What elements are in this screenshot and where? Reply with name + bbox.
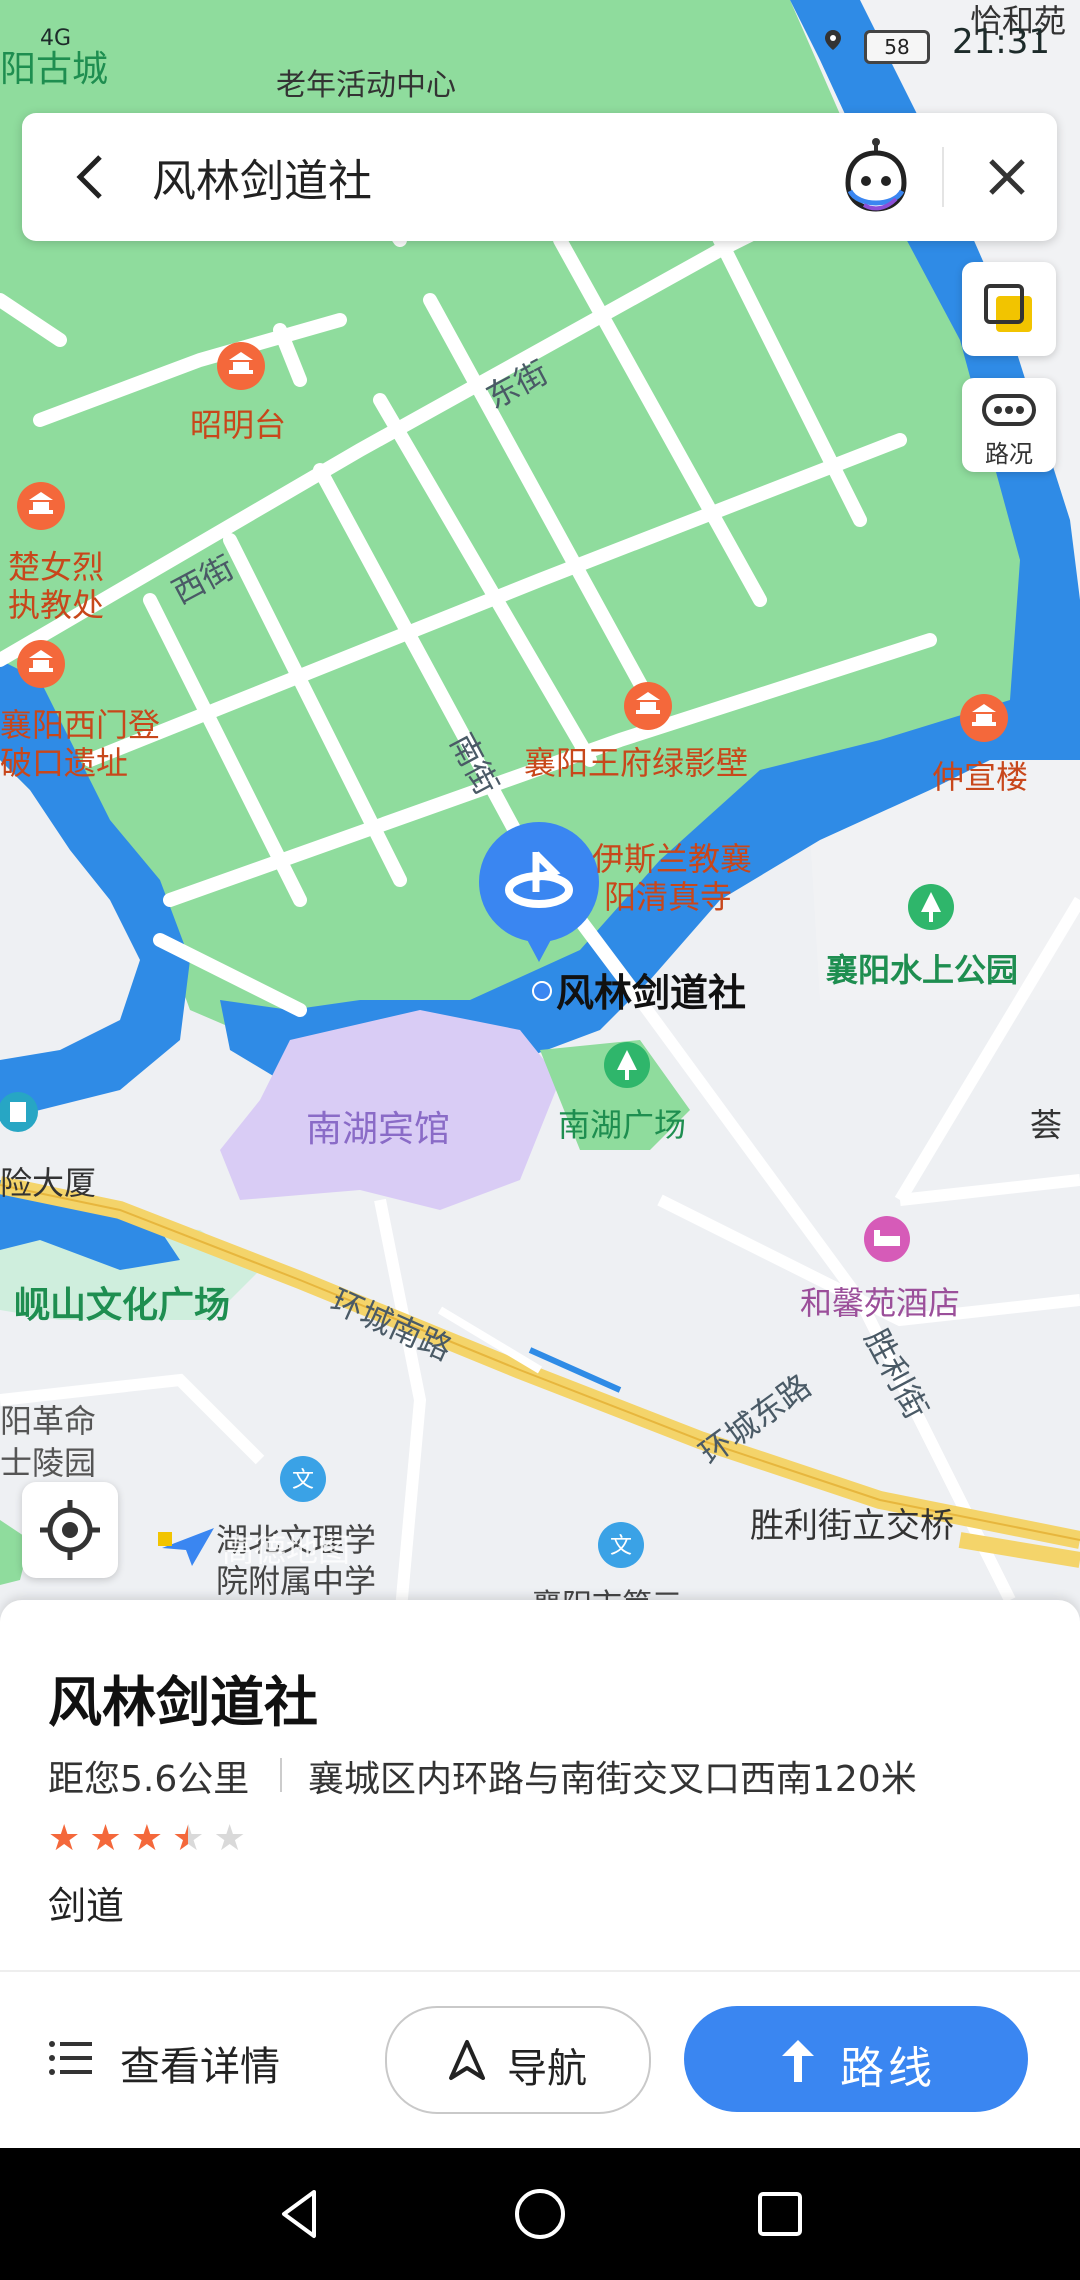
map-label-right-edge: 荟: [1030, 1106, 1063, 1144]
navigate-label: 导航: [507, 2046, 587, 2092]
view-details-label: 查看详情: [120, 2044, 280, 2090]
map-label-nanhu-hotel[interactable]: 南湖宾馆: [306, 1100, 450, 1152]
poi-marker-icon[interactable]: [15, 638, 67, 690]
map-label-zhaomingtai[interactable]: 昭明台: [190, 400, 286, 446]
map-label-martyrs-1[interactable]: 阳革命: [0, 1396, 96, 1442]
star-icon: ★: [48, 1818, 81, 1859]
amap-logo-icon: [158, 1528, 214, 1566]
place-address: 襄城区内环路与南街交叉口西南120米: [308, 1759, 917, 1800]
location-icon: [825, 30, 841, 50]
battery-indicator: 58: [864, 30, 930, 64]
park-marker-icon[interactable]: [906, 882, 956, 932]
search-query[interactable]: 风林剑道社: [152, 145, 372, 209]
rating-stars: ★ ★ ★ ★ ★: [48, 1818, 250, 1859]
network-indicator: 4G: [40, 26, 72, 51]
layers-icon: [984, 284, 1032, 332]
half-star-icon: ★: [172, 1818, 205, 1859]
map-label-zhongxuan[interactable]: 仲宣楼: [932, 752, 1028, 798]
map-label-mosque-2[interactable]: 阳清真寺: [604, 872, 732, 918]
poi-marker-icon[interactable]: [215, 340, 267, 392]
route-arrow-icon: [782, 2040, 814, 2082]
place-distance: 距您5.6公里: [48, 1759, 250, 1800]
map-label-martyrs-2[interactable]: 士陵园: [0, 1438, 96, 1484]
map-label-chunv-2[interactable]: 执教处: [8, 580, 104, 626]
map-label-wangfu[interactable]: 襄阳王府绿影壁: [524, 738, 748, 784]
selected-place-dot: [532, 981, 552, 1001]
back-triangle-icon[interactable]: [270, 2184, 330, 2244]
poi-marker-icon[interactable]: [622, 680, 674, 732]
place-category: 剑道: [48, 1884, 125, 1928]
status-bar: 4G 58 21:31: [0, 0, 1080, 100]
back-arrow-icon[interactable]: [62, 147, 122, 207]
route-button[interactable]: 路线: [684, 2006, 1028, 2112]
map-label-nanhu-square[interactable]: 南湖广场: [558, 1100, 686, 1146]
traffic-icon: [982, 394, 1036, 426]
star-icon: ★: [213, 1818, 246, 1859]
close-icon[interactable]: [977, 147, 1037, 207]
navigate-button[interactable]: 导航: [385, 2006, 651, 2114]
search-divider: [942, 147, 944, 207]
map-label-water-park[interactable]: 襄阳水上公园: [826, 945, 1018, 991]
map-watermark: 高德地图: [222, 1531, 351, 1569]
star-icon: ★: [130, 1818, 164, 1859]
locate-icon: [40, 1500, 100, 1560]
map-label-building[interactable]: 险大厦: [0, 1158, 96, 1204]
place-title: 风林剑道社: [48, 1671, 318, 1734]
hotel-marker-icon[interactable]: [862, 1214, 912, 1264]
selected-place-pin-icon[interactable]: [474, 822, 604, 972]
status-time: 21:31: [952, 22, 1050, 62]
voice-assistant-icon[interactable]: [834, 135, 918, 219]
layers-button[interactable]: [962, 262, 1056, 356]
map-label-selected[interactable]: 风林剑道社: [556, 962, 746, 1017]
home-circle-icon[interactable]: [510, 2184, 570, 2244]
route-label: 路线: [840, 2043, 936, 2094]
map-label-ximen-2[interactable]: 破口遗址: [0, 738, 128, 784]
traffic-label: 路况: [985, 440, 1033, 468]
school-marker-icon[interactable]: 文: [278, 1454, 328, 1504]
school-marker-icon[interactable]: 文: [596, 1520, 646, 1570]
recents-square-icon[interactable]: [750, 2184, 810, 2244]
traffic-button[interactable]: 路况: [962, 378, 1056, 472]
map-label-xianshan[interactable]: 岘山文化广场: [14, 1276, 230, 1328]
place-detail-sheet[interactable]: 风林剑道社 距您5.6公里 襄城区内环路与南街交叉口西南120米 ★ ★ ★ ★…: [0, 1600, 1080, 2148]
system-nav-bar: [0, 2148, 1080, 2280]
svg-text:文: 文: [610, 1534, 632, 1559]
map-label-hexin[interactable]: 和馨苑酒店: [800, 1278, 960, 1324]
navigate-arrow-icon: [449, 2040, 485, 2080]
poi-marker-icon[interactable]: [958, 692, 1010, 744]
svg-text:文: 文: [292, 1468, 314, 1493]
poi-marker-icon[interactable]: [15, 480, 67, 532]
star-icon: ★: [89, 1818, 122, 1859]
park-marker-icon[interactable]: [602, 1040, 652, 1090]
sheet-divider: [0, 1970, 1080, 1972]
list-icon: [49, 2041, 92, 2075]
search-bar[interactable]: 风林剑道社: [22, 113, 1057, 241]
info-divider: [280, 1758, 282, 1792]
locate-button[interactable]: [22, 1482, 118, 1578]
building-marker-icon[interactable]: [0, 1090, 40, 1134]
map-label-interchange[interactable]: 胜利街立交桥: [750, 1498, 954, 1547]
